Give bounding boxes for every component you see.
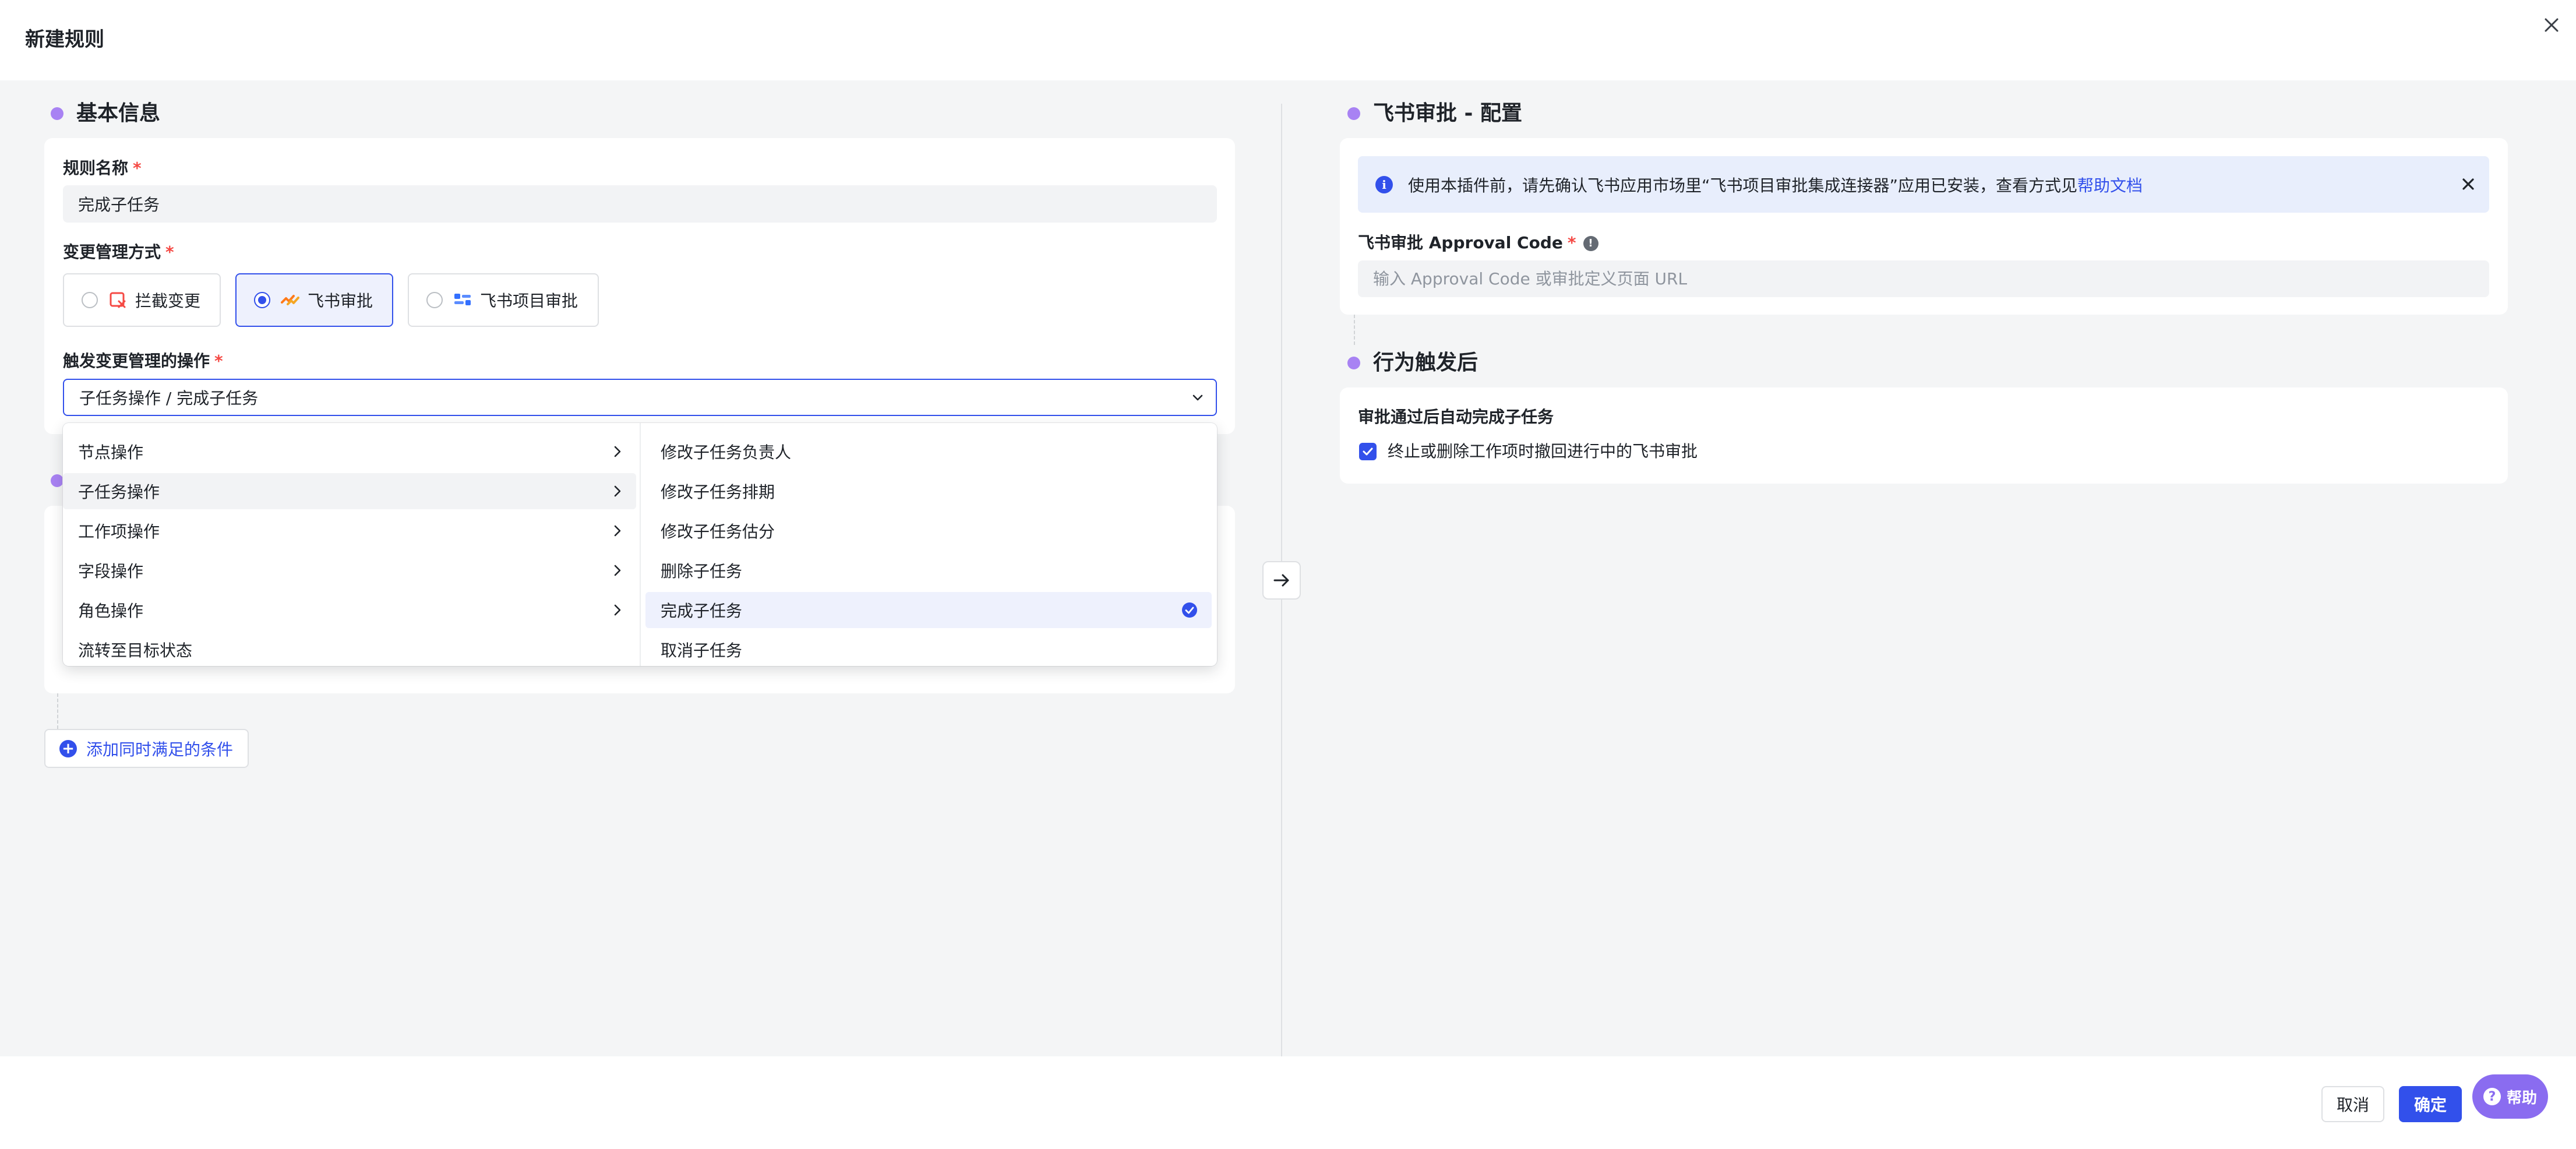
dropdown-category-label: 角色操作 <box>78 601 144 621</box>
info-banner-text: 使用本插件前，请先确认飞书应用市场里“飞书项目审批集成连接器”应用已安装，查看方… <box>1408 175 2078 195</box>
feishu-project-approval-icon <box>453 291 472 309</box>
auto-complete-label: 审批通过后自动完成子任务 <box>1358 407 1554 427</box>
after-trigger-heading: 行为触发后 <box>1347 349 1478 377</box>
dropdown-action-delete[interactable]: 删除子任务 <box>645 552 1212 588</box>
dropdown-category-node[interactable]: 节点操作 <box>63 433 636 470</box>
dropdown-category-field[interactable]: 字段操作 <box>63 552 636 588</box>
radio-circle[interactable] <box>82 292 98 308</box>
cancel-button[interactable]: 取消 <box>2321 1086 2384 1122</box>
feishu-config-heading: 飞书审批 - 配置 <box>1347 100 1522 128</box>
dropdown-action-label: 取消子任务 <box>661 641 743 660</box>
radio-label: 飞书审批 <box>308 291 373 311</box>
after-trigger-card <box>1340 387 2508 484</box>
info-banner: i 使用本插件前，请先确认飞书应用市场里“飞书项目审批集成连接器”应用已安装，查… <box>1358 156 2489 213</box>
plus-icon: + <box>59 739 77 757</box>
checkmark-icon <box>1363 447 1373 456</box>
radio-label: 拦截变更 <box>135 291 201 311</box>
radio-label: 飞书项目审批 <box>480 291 578 311</box>
dropdown-category-label: 节点操作 <box>78 443 144 462</box>
add-condition-label: 添加同时满足的条件 <box>86 739 234 759</box>
radio-circle[interactable] <box>426 292 443 308</box>
radio-circle[interactable] <box>254 292 270 308</box>
chevron-right-icon <box>614 604 621 616</box>
dropdown-action-edit-estimate[interactable]: 修改子任务估分 <box>645 513 1212 549</box>
section-title: 飞书审批 - 配置 <box>1373 101 1523 125</box>
trigger-label: 触发变更管理的操作 * <box>63 351 223 371</box>
connector-line <box>1354 315 1355 345</box>
dropdown-action-label: 删除子任务 <box>661 562 743 581</box>
dropdown-divider <box>640 423 641 666</box>
radio-feishu-approval[interactable]: 飞书审批 <box>235 273 393 327</box>
section-title: 基本信息 <box>76 101 161 125</box>
info-icon: i <box>1375 175 1393 193</box>
help-doc-link[interactable]: 帮助文档 <box>2077 173 2143 196</box>
flow-arrow <box>1262 561 1301 600</box>
dropdown-action-label: 修改子任务估分 <box>661 522 775 541</box>
dialog-header: 新建规则 <box>0 0 2576 80</box>
rule-name-label: 规则名称 * <box>63 158 142 178</box>
close-icon <box>2545 18 2559 32</box>
chevron-down-icon <box>1192 394 1203 401</box>
section-dot <box>1347 357 1360 369</box>
dropdown-category-label: 字段操作 <box>78 562 144 581</box>
basic-info-heading: 基本信息 <box>51 100 160 128</box>
close-dialog-button[interactable] <box>2538 12 2565 38</box>
add-condition-button[interactable]: + 添加同时满足的条件 <box>44 729 249 768</box>
chevron-right-icon <box>614 446 621 457</box>
dropdown-action-cancel[interactable]: 取消子任务 <box>645 632 1212 666</box>
dropdown-category-subtask[interactable]: 子任务操作 <box>63 473 636 509</box>
dropdown-action-label: 完成子任务 <box>661 601 743 621</box>
tip-icon[interactable]: ! <box>1583 236 1598 251</box>
dropdown-action-label: 修改子任务排期 <box>661 482 775 502</box>
approval-code-input[interactable] <box>1358 260 2489 297</box>
dropdown-category-role[interactable]: 角色操作 <box>63 592 636 628</box>
section-dot <box>51 107 63 120</box>
connector-line <box>57 693 58 729</box>
help-button[interactable]: ? 帮助 <box>2472 1074 2548 1119</box>
dropdown-action-edit-schedule[interactable]: 修改子任务排期 <box>645 473 1212 509</box>
feishu-approval-icon <box>281 291 299 309</box>
section-dot <box>1347 107 1360 120</box>
dropdown-category-label: 流转至目标状态 <box>78 641 193 660</box>
section-dot <box>51 474 63 487</box>
confirm-button[interactable]: 确定 <box>2399 1086 2462 1122</box>
chevron-right-icon <box>614 485 621 497</box>
radio-block-change[interactable]: 拦截变更 <box>63 273 221 327</box>
column-divider <box>1281 600 1282 1056</box>
dropdown-action-complete[interactable]: 完成子任务 <box>645 592 1212 628</box>
chevron-right-icon <box>614 565 621 576</box>
chevron-right-icon <box>614 525 621 537</box>
check-circle-icon <box>1182 602 1197 618</box>
arrow-right-icon <box>1273 574 1289 587</box>
dialog-footer <box>0 1056 2576 1149</box>
section-title: 行为触发后 <box>1373 351 1478 375</box>
dialog-title: 新建规则 <box>25 28 104 51</box>
dropdown-category-label: 工作项操作 <box>78 522 160 541</box>
approval-code-label: 飞书审批 Approval Code *! <box>1358 231 1598 255</box>
rule-name-field[interactable]: 完成子任务 <box>63 185 1217 223</box>
trigger-select-value: 子任务操作 / 完成子任务 <box>79 389 259 408</box>
help-label: 帮助 <box>2506 1089 2537 1107</box>
dropdown-action-edit-assignee[interactable]: 修改子任务负责人 <box>645 433 1212 470</box>
column-divider <box>1281 104 1282 561</box>
radio-feishu-project-approval[interactable]: 飞书项目审批 <box>408 273 599 327</box>
revoke-approval-label: 终止或删除工作项时撤回进行中的飞书审批 <box>1388 442 1698 461</box>
dropdown-action-label: 修改子任务负责人 <box>661 443 792 462</box>
dropdown-category-workitem[interactable]: 工作项操作 <box>63 513 636 549</box>
revoke-approval-checkbox[interactable] <box>1359 443 1377 460</box>
close-icon[interactable] <box>2459 175 2478 193</box>
trigger-dropdown: 节点操作 子任务操作 工作项操作 字段操作 角色操作 流转至目标状态 修改子任务… <box>63 423 1217 666</box>
dropdown-category-transition[interactable]: 流转至目标状态 <box>63 632 636 666</box>
trigger-select[interactable]: 子任务操作 / 完成子任务 <box>63 379 1217 416</box>
question-icon: ? <box>2483 1088 2501 1105</box>
block-change-icon <box>108 291 127 309</box>
dropdown-category-label: 子任务操作 <box>78 482 160 502</box>
change-mode-label: 变更管理方式 * <box>63 242 174 262</box>
